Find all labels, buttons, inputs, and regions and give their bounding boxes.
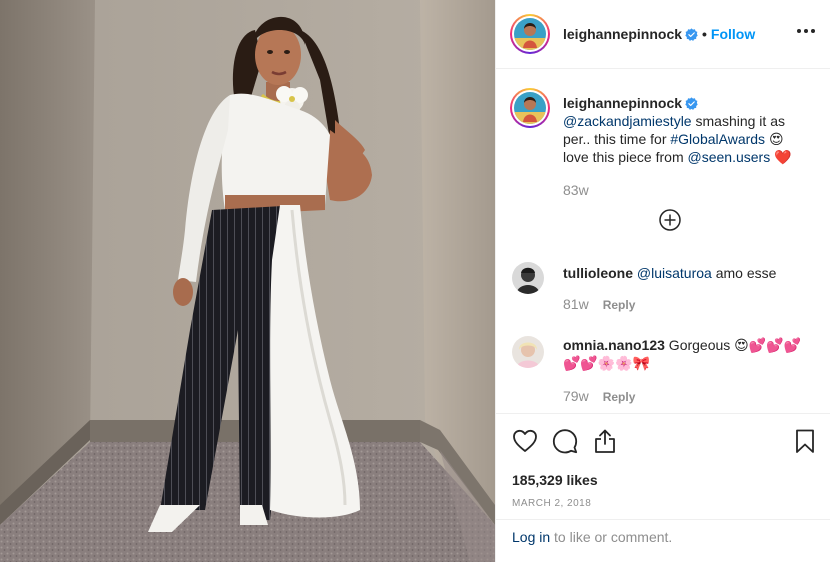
comment-timestamp[interactable]: 79w <box>563 388 589 404</box>
more-options-icon[interactable] <box>797 29 815 35</box>
caption-mention-link[interactable]: @zackandjamiestyle <box>563 113 692 129</box>
comment-avatar[interactable] <box>512 262 544 294</box>
post-details-panel: leighannepinnock • Follow leighannepinnock… <box>495 0 830 562</box>
login-prompt-text: to like or comment. <box>550 529 673 545</box>
share-icon[interactable] <box>592 428 618 454</box>
verified-badge-icon <box>685 28 698 41</box>
avatar <box>514 18 546 50</box>
caption-text-2: love this piece from <box>563 149 688 165</box>
caption-username[interactable]: leighannepinnock <box>563 95 682 111</box>
comment-avatar[interactable] <box>512 336 544 368</box>
post-photo[interactable] <box>0 0 495 562</box>
load-more-icon[interactable] <box>659 209 681 231</box>
reply-button[interactable]: Reply <box>603 298 636 312</box>
caption-timestamp[interactable]: 83w <box>563 182 808 198</box>
comment-username[interactable]: omnia.nano123 <box>563 337 665 353</box>
comment-icon[interactable] <box>552 428 578 454</box>
reply-button[interactable]: Reply <box>603 390 636 404</box>
story-ring[interactable] <box>510 14 550 54</box>
caption-story-ring[interactable] <box>510 88 550 128</box>
caption-emoji-2: ❤️ <box>770 149 792 165</box>
comment-timestamp[interactable]: 81w <box>563 296 589 312</box>
separator-dot: • <box>702 26 707 42</box>
verified-badge-icon <box>685 97 698 110</box>
caption-hashtag-link[interactable]: #GlobalAwards <box>670 131 765 147</box>
comment-username[interactable]: tullioleone <box>563 265 633 281</box>
bookmark-icon[interactable] <box>792 428 818 454</box>
post-photo-illustration <box>0 0 495 562</box>
caption: leighannepinnock @zackandjamiestyle smas… <box>563 94 808 198</box>
caption-avatar <box>514 92 546 124</box>
comment-text: amo esse <box>711 265 777 281</box>
like-count[interactable]: 185,329 likes <box>512 472 598 488</box>
login-prompt: Log in to like or comment. <box>496 519 830 562</box>
heart-icon[interactable] <box>512 428 538 454</box>
post-actions: 185,329 likes MARCH 2, 2018 <box>496 413 830 520</box>
caption-emoji-1: 😍 <box>765 131 784 147</box>
header-username[interactable]: leighannepinnock <box>563 26 682 42</box>
follow-button[interactable]: Follow <box>711 26 755 42</box>
comment-mention-link[interactable]: @luisaturoa <box>637 265 712 281</box>
post-date[interactable]: MARCH 2, 2018 <box>512 498 591 509</box>
caption-mention-link-2[interactable]: @seen.users <box>688 149 771 165</box>
login-link[interactable]: Log in <box>512 529 550 545</box>
post-header: leighannepinnock • Follow <box>496 0 830 69</box>
